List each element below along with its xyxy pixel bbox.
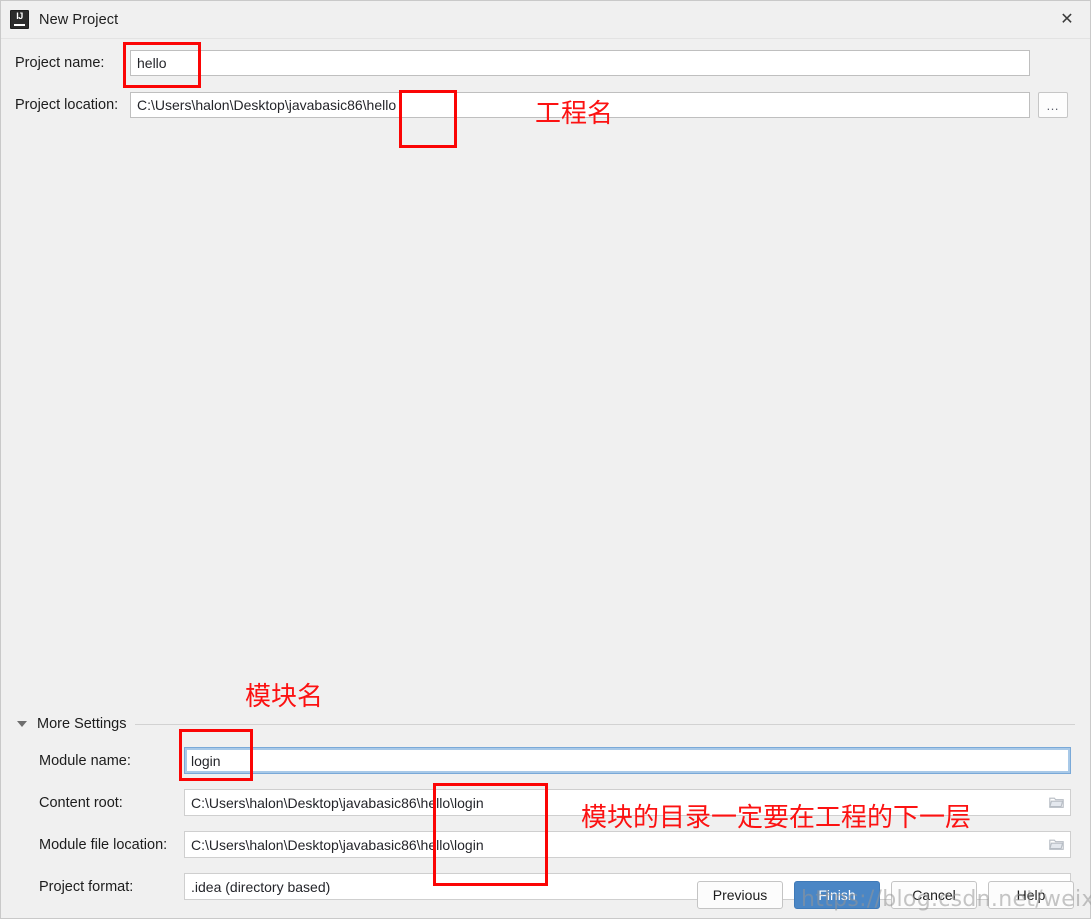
dialog-button-bar: Previous Finish Cancel Help — [1, 872, 1090, 918]
separator-rule — [135, 724, 1075, 725]
more-settings-label: More Settings — [37, 716, 127, 732]
close-icon[interactable]: ✕ — [1044, 1, 1090, 37]
content-root-row: Content root: C:\Users\halon\Desktop\jav… — [39, 789, 1071, 816]
project-location-input[interactable]: C:\Users\halon\Desktop\javabasic86\hello — [130, 92, 1030, 118]
module-file-location-input[interactable]: C:\Users\halon\Desktop\javabasic86\hello… — [184, 831, 1071, 858]
annotation-module-name-note: 模块名 — [245, 682, 324, 712]
module-file-location-value: C:\Users\halon\Desktop\javabasic86\hello… — [191, 836, 484, 853]
module-name-label: Module name: — [39, 752, 131, 769]
module-name-input[interactable]: login — [184, 747, 1071, 774]
finish-button[interactable]: Finish — [794, 881, 880, 909]
project-name-row: Project name: hello — [15, 50, 1030, 76]
project-location-label: Project location: — [15, 97, 119, 113]
window-title: New Project — [39, 11, 119, 28]
title-bar: New Project ✕ — [1, 1, 1090, 39]
folder-icon[interactable] — [1046, 796, 1066, 809]
content-root-value: C:\Users\halon\Desktop\javabasic86\hello… — [191, 794, 484, 811]
intellij-idea-icon — [10, 10, 29, 29]
module-file-location-row: Module file location: C:\Users\halon\Des… — [39, 831, 1071, 858]
help-button[interactable]: Help — [988, 881, 1074, 909]
cancel-button[interactable]: Cancel — [891, 881, 977, 909]
ellipsis-icon[interactable]: … — [1038, 92, 1068, 118]
content-root-input[interactable]: C:\Users\halon\Desktop\javabasic86\hello… — [184, 789, 1071, 816]
module-file-location-label: Module file location: — [39, 836, 168, 853]
project-location-row: Project location: C:\Users\halon\Desktop… — [15, 92, 1068, 118]
project-name-input[interactable]: hello — [130, 50, 1030, 76]
chevron-down-icon — [17, 721, 27, 727]
folder-icon[interactable] — [1046, 838, 1066, 851]
new-project-dialog: New Project ✕ Project name: hello Projec… — [0, 0, 1091, 919]
content-root-label: Content root: — [39, 794, 123, 811]
project-name-label: Project name: — [15, 55, 105, 71]
dialog-body: Project name: hello Project location: C:… — [1, 39, 1090, 918]
previous-button[interactable]: Previous — [697, 881, 783, 909]
more-settings-toggle[interactable]: More Settings — [17, 714, 1075, 734]
module-name-row: Module name: login — [39, 747, 1071, 774]
